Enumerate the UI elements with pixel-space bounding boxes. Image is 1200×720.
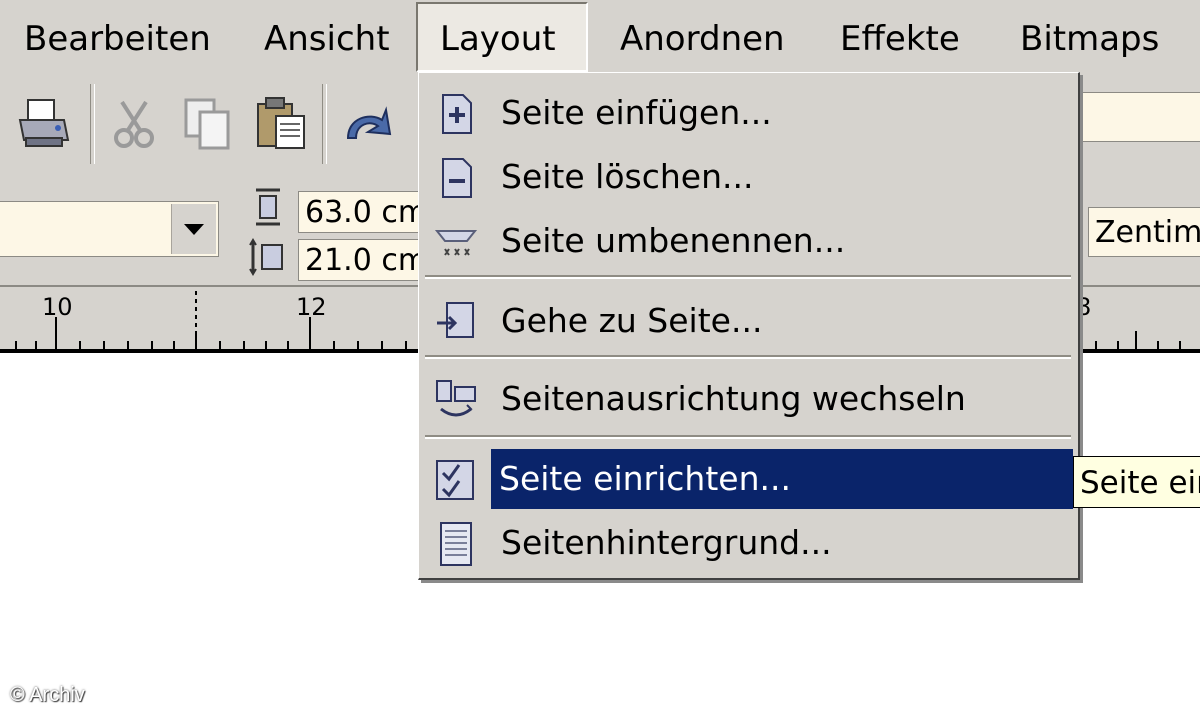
units-select[interactable]: Zentimeter [1088, 207, 1200, 257]
toolbar-separator [322, 84, 327, 164]
menu-separator [425, 355, 1071, 359]
menu-item-label: Seite einfügen... [501, 93, 772, 132]
menu-item-seite-einfuegen[interactable]: Seite einfügen... [423, 83, 1073, 143]
menu-anordnen[interactable]: Anordnen [598, 12, 807, 66]
copy-icon[interactable] [178, 94, 238, 154]
page-height-icon [256, 188, 280, 226]
menu-item-label: Seitenausrichtung wechseln [501, 379, 966, 418]
menu-separator [425, 435, 1071, 439]
menu-item-seite-loeschen[interactable]: Seite löschen... [423, 147, 1073, 207]
goto-page-icon [437, 302, 474, 338]
page-background-icon [440, 522, 472, 566]
menu-bar: Bearbeiten Ansicht Layout Anordnen Effek… [0, 0, 1200, 79]
print-icon[interactable] [14, 94, 74, 154]
menu-bitmaps[interactable]: Bitmaps [998, 12, 1181, 66]
switch-orientation-icon [436, 380, 476, 417]
menu-separator [425, 275, 1071, 279]
paste-icon[interactable] [252, 94, 312, 154]
page-height-input[interactable]: 63.0 cm [298, 191, 428, 233]
zoom-field[interactable] [1078, 92, 1200, 142]
insert-page-icon [442, 94, 472, 134]
menu-bearbeiten[interactable]: Bearbeiten [2, 12, 233, 66]
menu-item-label: Gehe zu Seite... [501, 301, 763, 340]
delete-page-icon [442, 158, 472, 198]
menu-item-label: Seitenhintergrund... [501, 523, 832, 562]
rename-page-icon [434, 230, 478, 256]
menu-item-seite-einrichten[interactable]: Seite einrichten... [423, 449, 1073, 509]
layout-dropdown-menu: Seite einfügen... Seite löschen... Seite… [418, 72, 1080, 580]
menu-item-seitenhintergrund[interactable]: Seitenhintergrund... [423, 513, 1073, 573]
menu-item-seitenausrichtung[interactable]: Seitenausrichtung wechseln [423, 369, 1073, 429]
cut-icon[interactable] [104, 94, 164, 154]
menu-ansicht[interactable]: Ansicht [242, 12, 412, 66]
menu-item-seite-umbenennen[interactable]: Seite umbenennen... [423, 211, 1073, 271]
menu-item-label: Seite umbenennen... [501, 221, 846, 260]
page-width-icon [249, 238, 283, 276]
ruler-label: 10 [42, 293, 73, 321]
menu-item-gehe-zu-seite[interactable]: Gehe zu Seite... [423, 291, 1073, 351]
ruler-label: 12 [296, 293, 327, 321]
page-width-input[interactable]: 21.0 cm [298, 239, 428, 281]
menu-item-label: Seite löschen... [501, 157, 754, 196]
menu-effekte[interactable]: Effekte [818, 12, 982, 66]
chevron-down-icon[interactable] [171, 204, 216, 254]
image-credit: © Archiv [10, 684, 85, 706]
toolbar-separator [90, 84, 95, 164]
undo-icon[interactable] [336, 94, 396, 154]
menu-item-label: Seite einrichten... [491, 449, 1073, 509]
page-setup-icon [436, 460, 474, 500]
menu-layout[interactable]: Layout [416, 2, 588, 72]
paper-type-combo[interactable] [0, 201, 219, 257]
tooltip: Seite einrichten [1073, 456, 1200, 508]
